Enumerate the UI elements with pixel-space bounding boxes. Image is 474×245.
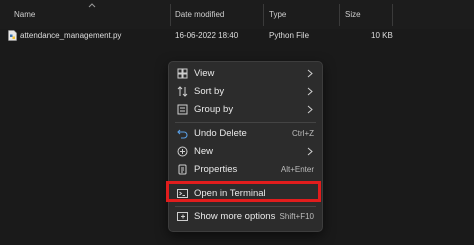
new-icon xyxy=(177,146,188,157)
menu-item-properties[interactable]: Properties Alt+Enter xyxy=(169,161,322,179)
menu-item-show-more-options[interactable]: Show more options Shift+F10 xyxy=(169,208,322,226)
menu-item-label: New xyxy=(194,146,214,157)
column-divider[interactable] xyxy=(170,4,171,26)
menu-item-label: Sort by xyxy=(194,86,225,97)
menu-item-view[interactable]: View xyxy=(169,65,322,83)
menu-item-new[interactable]: New xyxy=(169,143,322,161)
column-date-modified[interactable]: Date modified xyxy=(175,10,224,19)
sort-icon xyxy=(177,86,188,97)
menu-item-label: View xyxy=(194,68,215,79)
context-menu: View Sort by Group by Undo Delete Ctrl+Z xyxy=(168,61,323,232)
menu-item-label: Properties xyxy=(194,164,238,175)
column-type[interactable]: Type xyxy=(269,10,286,19)
chevron-right-icon xyxy=(307,87,313,96)
chevron-right-icon xyxy=(307,69,313,78)
file-date-modified: 16-06-2022 18:40 xyxy=(175,31,239,40)
menu-item-undo-delete[interactable]: Undo Delete Ctrl+Z xyxy=(169,125,322,143)
column-header: Name Date modified Type Size xyxy=(0,0,474,29)
file-row[interactable]: attendance_management.py 16-06-2022 18:4… xyxy=(0,29,474,43)
file-size: 10 KB xyxy=(371,31,393,40)
menu-item-label: Undo Delete xyxy=(194,128,247,139)
undo-icon xyxy=(177,129,188,139)
group-icon xyxy=(177,104,188,115)
column-name[interactable]: Name xyxy=(14,10,35,19)
file-name: attendance_management.py xyxy=(20,31,122,40)
menu-item-label: Group by xyxy=(194,104,234,115)
menu-item-label: Show more options xyxy=(194,211,276,222)
menu-item-group-by[interactable]: Group by xyxy=(169,101,322,119)
more-options-icon xyxy=(177,212,188,221)
view-icon xyxy=(177,68,188,79)
shortcut-label: Ctrl+Z xyxy=(292,129,314,138)
python-file-icon xyxy=(8,30,17,41)
sort-ascending-icon xyxy=(88,3,96,8)
shortcut-label: Shift+F10 xyxy=(279,212,314,221)
column-size[interactable]: Size xyxy=(345,10,361,19)
menu-separator xyxy=(175,206,316,207)
column-divider[interactable] xyxy=(339,4,340,26)
highlight-box xyxy=(166,181,321,202)
column-divider[interactable] xyxy=(392,4,393,26)
properties-icon xyxy=(178,164,187,175)
menu-item-sort-by[interactable]: Sort by xyxy=(169,83,322,101)
column-divider[interactable] xyxy=(263,4,264,26)
file-type: Python File xyxy=(269,31,310,40)
chevron-right-icon xyxy=(307,105,313,114)
chevron-right-icon xyxy=(307,147,313,156)
shortcut-label: Alt+Enter xyxy=(280,165,314,174)
menu-separator xyxy=(175,122,316,123)
